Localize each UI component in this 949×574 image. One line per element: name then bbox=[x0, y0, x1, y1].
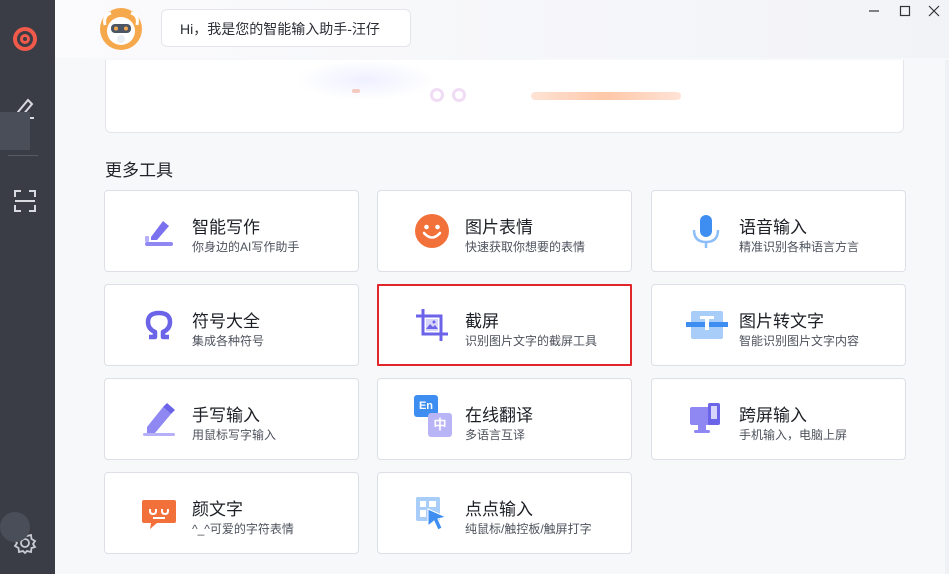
kaomoji-icon bbox=[141, 495, 177, 531]
tool-title: 颜文字 bbox=[192, 500, 243, 519]
tool-title: 在线翻译 bbox=[465, 406, 533, 425]
tool-title: 手写输入 bbox=[192, 406, 260, 425]
tool-title: 符号大全 bbox=[192, 312, 260, 331]
blurred-text bbox=[0, 58, 55, 72]
tool-desc: ^_^可爱的字符表情 bbox=[192, 522, 294, 536]
banner-decoration bbox=[430, 88, 444, 102]
promo-banner[interactable] bbox=[105, 60, 904, 133]
tool-desc: 识别图片文字的截屏工具 bbox=[465, 334, 598, 348]
tool-card-screenshot[interactable]: 截屏 识别图片文字的截屏工具 bbox=[377, 284, 632, 366]
banner-decoration bbox=[531, 92, 681, 100]
tool-card-smart-writing[interactable]: 智能写作 你身边的AI写作助手 bbox=[104, 190, 359, 272]
close-icon[interactable] bbox=[923, 2, 945, 20]
tool-card-image-emoji[interactable]: 图片表情 快速获取你想要的表情 bbox=[377, 190, 632, 272]
translate-icon: En 中 bbox=[414, 395, 454, 439]
background-app-strip bbox=[0, 0, 55, 574]
maximize-icon[interactable] bbox=[894, 2, 916, 20]
tool-desc: 手机输入，电脑上屏 bbox=[739, 428, 848, 442]
tool-title: 语音输入 bbox=[739, 218, 807, 237]
tool-desc: 用鼠标写字输入 bbox=[192, 428, 277, 442]
tool-title: 点点输入 bbox=[465, 500, 533, 519]
banner-glow bbox=[296, 60, 436, 100]
microphone-icon bbox=[688, 213, 724, 249]
pen-icon bbox=[141, 213, 177, 249]
tool-card-symbols[interactable]: 符号大全 集成各种符号 bbox=[104, 284, 359, 366]
tool-card-kaomoji[interactable]: 颜文字 ^_^可爱的字符表情 bbox=[104, 472, 359, 554]
tool-card-image-to-text[interactable]: 图片转文字 智能识别图片文字内容 bbox=[651, 284, 906, 366]
blurred-avatar bbox=[0, 512, 30, 542]
cross-screen-icon bbox=[688, 401, 724, 437]
tool-card-voice-input[interactable]: 语音输入 精准识别各种语言方言 bbox=[651, 190, 906, 272]
tool-desc: 智能识别图片文字内容 bbox=[739, 334, 860, 348]
tool-desc: 快速获取你想要的表情 bbox=[465, 240, 586, 254]
click-input-icon bbox=[414, 495, 450, 531]
tools-panel: Hi，我是您的智能输入助手-汪仔 更多工具 智能写作 你身边的AI写作助手 图片… bbox=[55, 0, 949, 574]
tool-desc: 集成各种符号 bbox=[192, 334, 265, 348]
translate-zh-badge: 中 bbox=[428, 413, 452, 437]
tool-desc: 多语言互译 bbox=[465, 428, 526, 442]
divider bbox=[8, 155, 38, 156]
tool-card-handwriting[interactable]: 手写输入 用鼠标写字输入 bbox=[104, 378, 359, 460]
tool-title: 图片表情 bbox=[465, 218, 533, 237]
smile-icon bbox=[414, 213, 450, 249]
tool-title: 智能写作 bbox=[192, 218, 260, 237]
omega-icon bbox=[141, 307, 177, 343]
target-icon[interactable] bbox=[10, 24, 40, 54]
section-title: 更多工具 bbox=[105, 161, 173, 180]
tool-title: 跨屏输入 bbox=[739, 406, 807, 425]
scan-icon[interactable] bbox=[10, 186, 40, 216]
tool-desc: 你身边的AI写作助手 bbox=[192, 240, 300, 254]
handwriting-icon bbox=[141, 401, 177, 437]
tool-title: 截屏 bbox=[465, 312, 499, 331]
tool-title: 图片转文字 bbox=[739, 312, 824, 331]
screenshot-icon bbox=[414, 307, 450, 343]
tool-desc: 纯鼠标/触控板/触屏打字 bbox=[465, 522, 592, 536]
banner-decoration bbox=[452, 88, 466, 102]
blurred-thumbnail bbox=[0, 112, 30, 150]
tool-desc: 精准识别各种语言方言 bbox=[739, 240, 860, 254]
panel-header: Hi，我是您的智能输入助手-汪仔 bbox=[55, 0, 949, 58]
tool-card-click-input[interactable]: 点点输入 纯鼠标/触控板/触屏打字 bbox=[377, 472, 632, 554]
assistant-greeting-bubble: Hi，我是您的智能输入助手-汪仔 bbox=[161, 9, 411, 47]
tool-card-cross-screen[interactable]: 跨屏输入 手机输入，电脑上屏 bbox=[651, 378, 906, 460]
assistant-avatar bbox=[99, 7, 143, 51]
tool-card-translate[interactable]: En 中 在线翻译 多语言互译 bbox=[377, 378, 632, 460]
minimize-icon[interactable] bbox=[863, 2, 885, 20]
banner-decoration bbox=[352, 89, 360, 93]
scrollbar[interactable] bbox=[945, 60, 949, 574]
ocr-icon bbox=[686, 307, 728, 343]
